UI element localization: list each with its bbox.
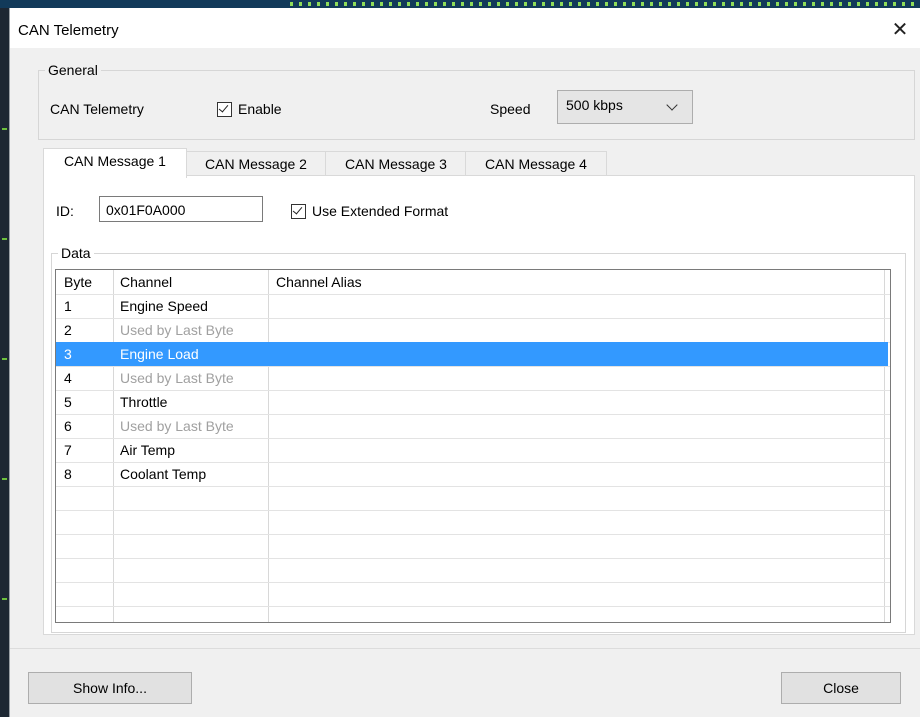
tab-can-message-4[interactable]: CAN Message 4 [465,151,607,176]
background-tick [2,358,7,360]
window-title: CAN Telemetry [18,22,119,39]
table-row-byte[interactable]: 5 [64,390,72,414]
tab-can-message-2[interactable]: CAN Message 2 [185,151,327,176]
table-row-channel[interactable]: Used by Last Byte [120,414,234,438]
tab-can-message-3[interactable]: CAN Message 3 [325,151,467,176]
grid-row-line [56,486,890,487]
grid-column-divider [884,270,885,622]
table-row-byte[interactable]: 3 [64,342,72,366]
table-row-channel[interactable]: Throttle [120,390,167,414]
speed-label: Speed [490,101,531,117]
table-row-byte[interactable]: 6 [64,414,72,438]
data-grid[interactable]: Byte Channel Channel Alias 1 Engine Spee… [55,269,891,623]
footer-separator [10,648,920,649]
close-icon[interactable]: ✕ [887,16,913,42]
grid-row-line [56,390,890,391]
background-app-strip [0,0,920,8]
speed-select-value: 500 kbps [566,97,623,113]
table-row-channel[interactable]: Coolant Temp [120,462,206,486]
background-graph-marks [290,2,920,6]
table-row-byte[interactable]: 8 [64,462,72,486]
general-legend: General [48,62,98,78]
grid-row-line [56,558,890,559]
background-tick [2,128,7,130]
column-header-byte[interactable]: Byte [64,270,92,294]
general-group: General [38,62,915,140]
show-info-button[interactable]: Show Info... [28,672,192,704]
grid-row-line [56,534,890,535]
column-header-channel[interactable]: Channel [120,270,172,294]
background-tick [2,598,7,600]
table-row-channel[interactable]: Used by Last Byte [120,366,234,390]
speed-select[interactable]: 500 kbps [557,90,693,124]
background-tick [2,478,7,480]
title-bar: CAN Telemetry ✕ [10,8,920,48]
id-input[interactable]: 0x01F0A000 [99,196,263,222]
background-tick [2,238,7,240]
can-telemetry-dialog: CAN Telemetry ✕ General CAN Telemetry En… [9,8,920,717]
table-row-byte[interactable]: 7 [64,438,72,462]
enable-checkbox[interactable] [217,102,232,117]
can-telemetry-label: CAN Telemetry [50,101,144,117]
tab-can-message-1[interactable]: CAN Message 1 [43,148,187,178]
enable-label[interactable]: Enable [238,101,282,117]
extended-format-checkbox[interactable] [291,204,306,219]
table-row-byte[interactable]: 2 [64,318,72,342]
extended-format-label[interactable]: Use Extended Format [312,203,448,219]
grid-row-line [56,582,890,583]
id-label: ID: [56,203,74,219]
table-row-byte[interactable]: 1 [64,294,72,318]
table-row-byte[interactable]: 4 [64,366,72,390]
grid-column-divider [113,270,114,622]
close-button[interactable]: Close [781,672,901,704]
table-row-channel[interactable]: Engine Load [120,342,199,366]
chevron-down-icon [666,99,678,111]
background-app-left-edge [0,8,9,717]
column-header-channel-alias[interactable]: Channel Alias [276,270,362,294]
table-row-channel[interactable]: Air Temp [120,438,175,462]
grid-row-line [56,606,890,607]
grid-row-line [56,510,890,511]
grid-row-line [56,438,890,439]
table-row-channel[interactable]: Engine Speed [120,294,208,318]
table-row-channel[interactable]: Used by Last Byte [120,318,234,342]
data-legend: Data [61,245,91,261]
grid-column-divider [268,270,269,622]
